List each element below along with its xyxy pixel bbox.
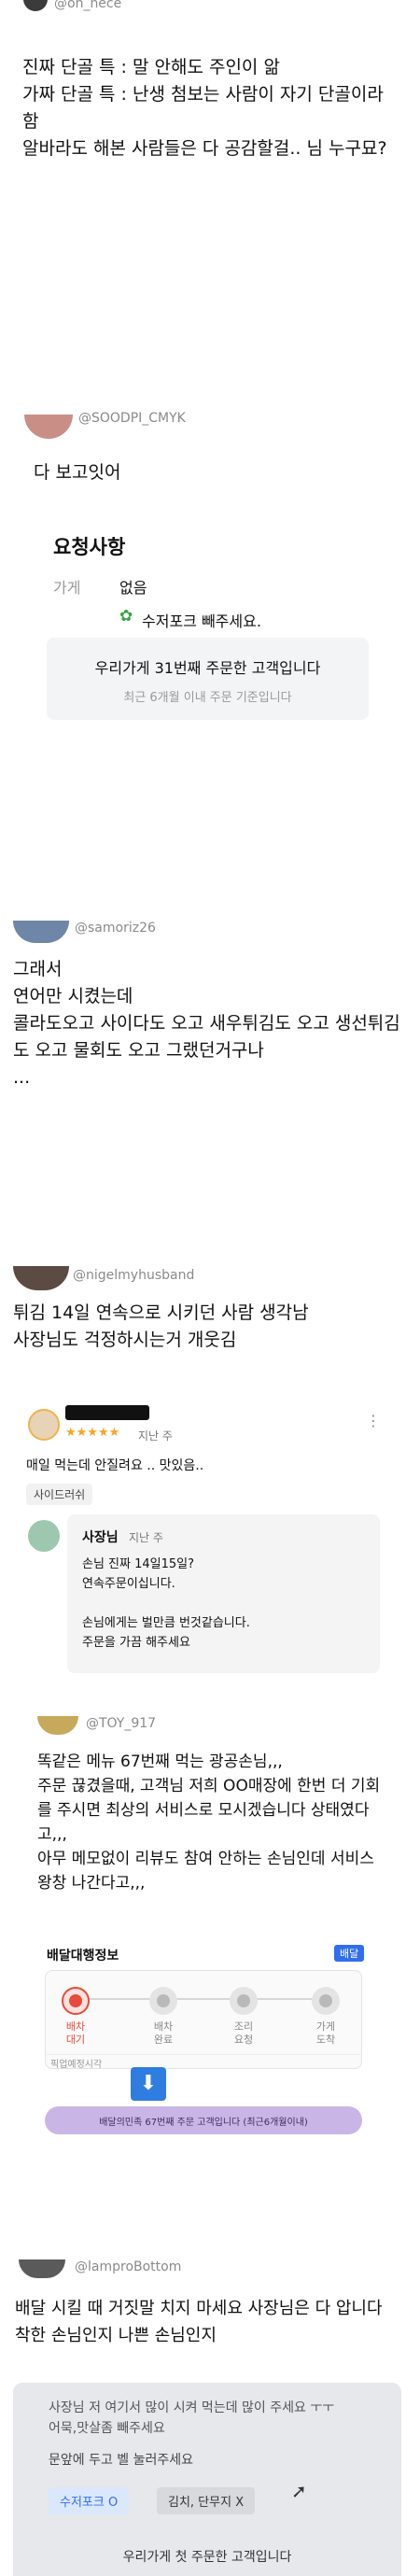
delivery-badge: 배달 <box>334 1945 365 1962</box>
order-count-text: 배달의민족 67번째 주문 고객입니다 (최근6개월이내) <box>99 2118 308 2128</box>
avatar <box>13 921 69 943</box>
spoon-fork-button: 수저포크 O <box>49 2487 130 2514</box>
arrow-down-icon: ⬇ <box>131 2067 166 2101</box>
avatar <box>19 2259 65 2278</box>
post-text: 다 보고잇어 <box>34 462 121 483</box>
handle: @nigelmyhusband <box>73 1268 195 1283</box>
post-text: 진짜 단골 특 : 말 안해도 주인이 앎 가짜 단골 특 : 난생 첨보는 사… <box>22 57 387 159</box>
avatar <box>37 1716 78 1735</box>
review-text: 매일 먹는데 안질려요 .. 맛있음.. <box>26 1458 204 1473</box>
post-text: 그래서 연어만 시켰는데 콜라도오고 사이다도 오고 새우튀김도 오고 생선튀김… <box>13 959 400 1088</box>
pickup-time-label: 픽업예정시각 <box>50 2060 103 2070</box>
handle: @lamproBottom <box>75 2259 182 2274</box>
order-count-card <box>47 638 369 720</box>
avatar <box>13 1266 69 1290</box>
owner-reply-time: 지난 주 <box>129 1531 163 1544</box>
store-value: 없음 <box>119 579 147 597</box>
door-request: 문앞에 두고 벨 눌러주세요 <box>49 2453 194 2468</box>
order-count-sub: 최근 6개월 이내 주문 기준입니다 <box>123 691 292 705</box>
post-text: 튀김 14일 연속으로 시키던 사람 생각남 사장님도 걱정하시는거 개웃김 <box>13 1302 309 1350</box>
order-count-text: 우리가게 첫 주문한 고객입니다 <box>122 2550 292 2565</box>
store-label: 가게 <box>53 579 81 597</box>
review-time: 지난 주 <box>138 1429 173 1443</box>
owner-avatar <box>28 1520 60 1552</box>
more-options-icon[interactable]: ⋮ <box>366 1412 381 1429</box>
post-text: 배달 시킬 때 거짓말 치지 마세요 사장님은 다 압니다 착한 손님인지 나쁜… <box>15 2299 388 2345</box>
post-text: 똑같은 메뉴 67번째 먹는 광공손님,,, 주문 끊겼을때, 고객님 저희 O… <box>37 1753 381 1893</box>
delivery-title: 배달대행정보 <box>47 1949 119 1964</box>
request-title: 요청사항 <box>53 536 126 558</box>
handle: @oh_nece <box>54 0 122 11</box>
handle: @samoriz26 <box>75 921 156 936</box>
step-label-active: 배차 대기 <box>65 2020 86 2046</box>
cursor-icon: ➚ <box>291 2480 307 2502</box>
spoon-request: 수저포크 빼주세요. <box>142 612 261 630</box>
handle: @SOODPI_CMYK <box>78 411 186 426</box>
handle: @TOY_917 <box>86 1716 157 1731</box>
reviewer-name-redacted <box>65 1405 149 1420</box>
side-tag: 사이드러쉬 <box>26 1484 93 1505</box>
owner-reply-text: 손님 진짜 14일15일? 연속주문이십니다. 손님에게는 벌만큼 번것같습니다… <box>82 1557 250 1650</box>
sprout-icon: ✿ <box>119 607 133 626</box>
owner-label: 사장님 <box>82 1530 119 1545</box>
reviewer-avatar <box>28 1409 60 1441</box>
step-label: 가게 도착 <box>315 2020 336 2046</box>
avatar <box>23 0 48 11</box>
memo-text: 사장님 저 여기서 많이 시켜 먹는데 많이 주세요 ㅜㅜ 어묵,맛살좀 빼주세… <box>49 2400 335 2436</box>
step-label: 조리 요청 <box>233 2020 254 2046</box>
step-label: 배차 완료 <box>153 2020 174 2046</box>
kimchi-button: 김치, 단무지 X <box>157 2487 256 2514</box>
avatar <box>24 415 73 439</box>
order-count-text: 우리가게 31번째 주문한 고객입니다 <box>94 659 321 677</box>
star-rating: ★★★★★ <box>65 1426 120 1440</box>
